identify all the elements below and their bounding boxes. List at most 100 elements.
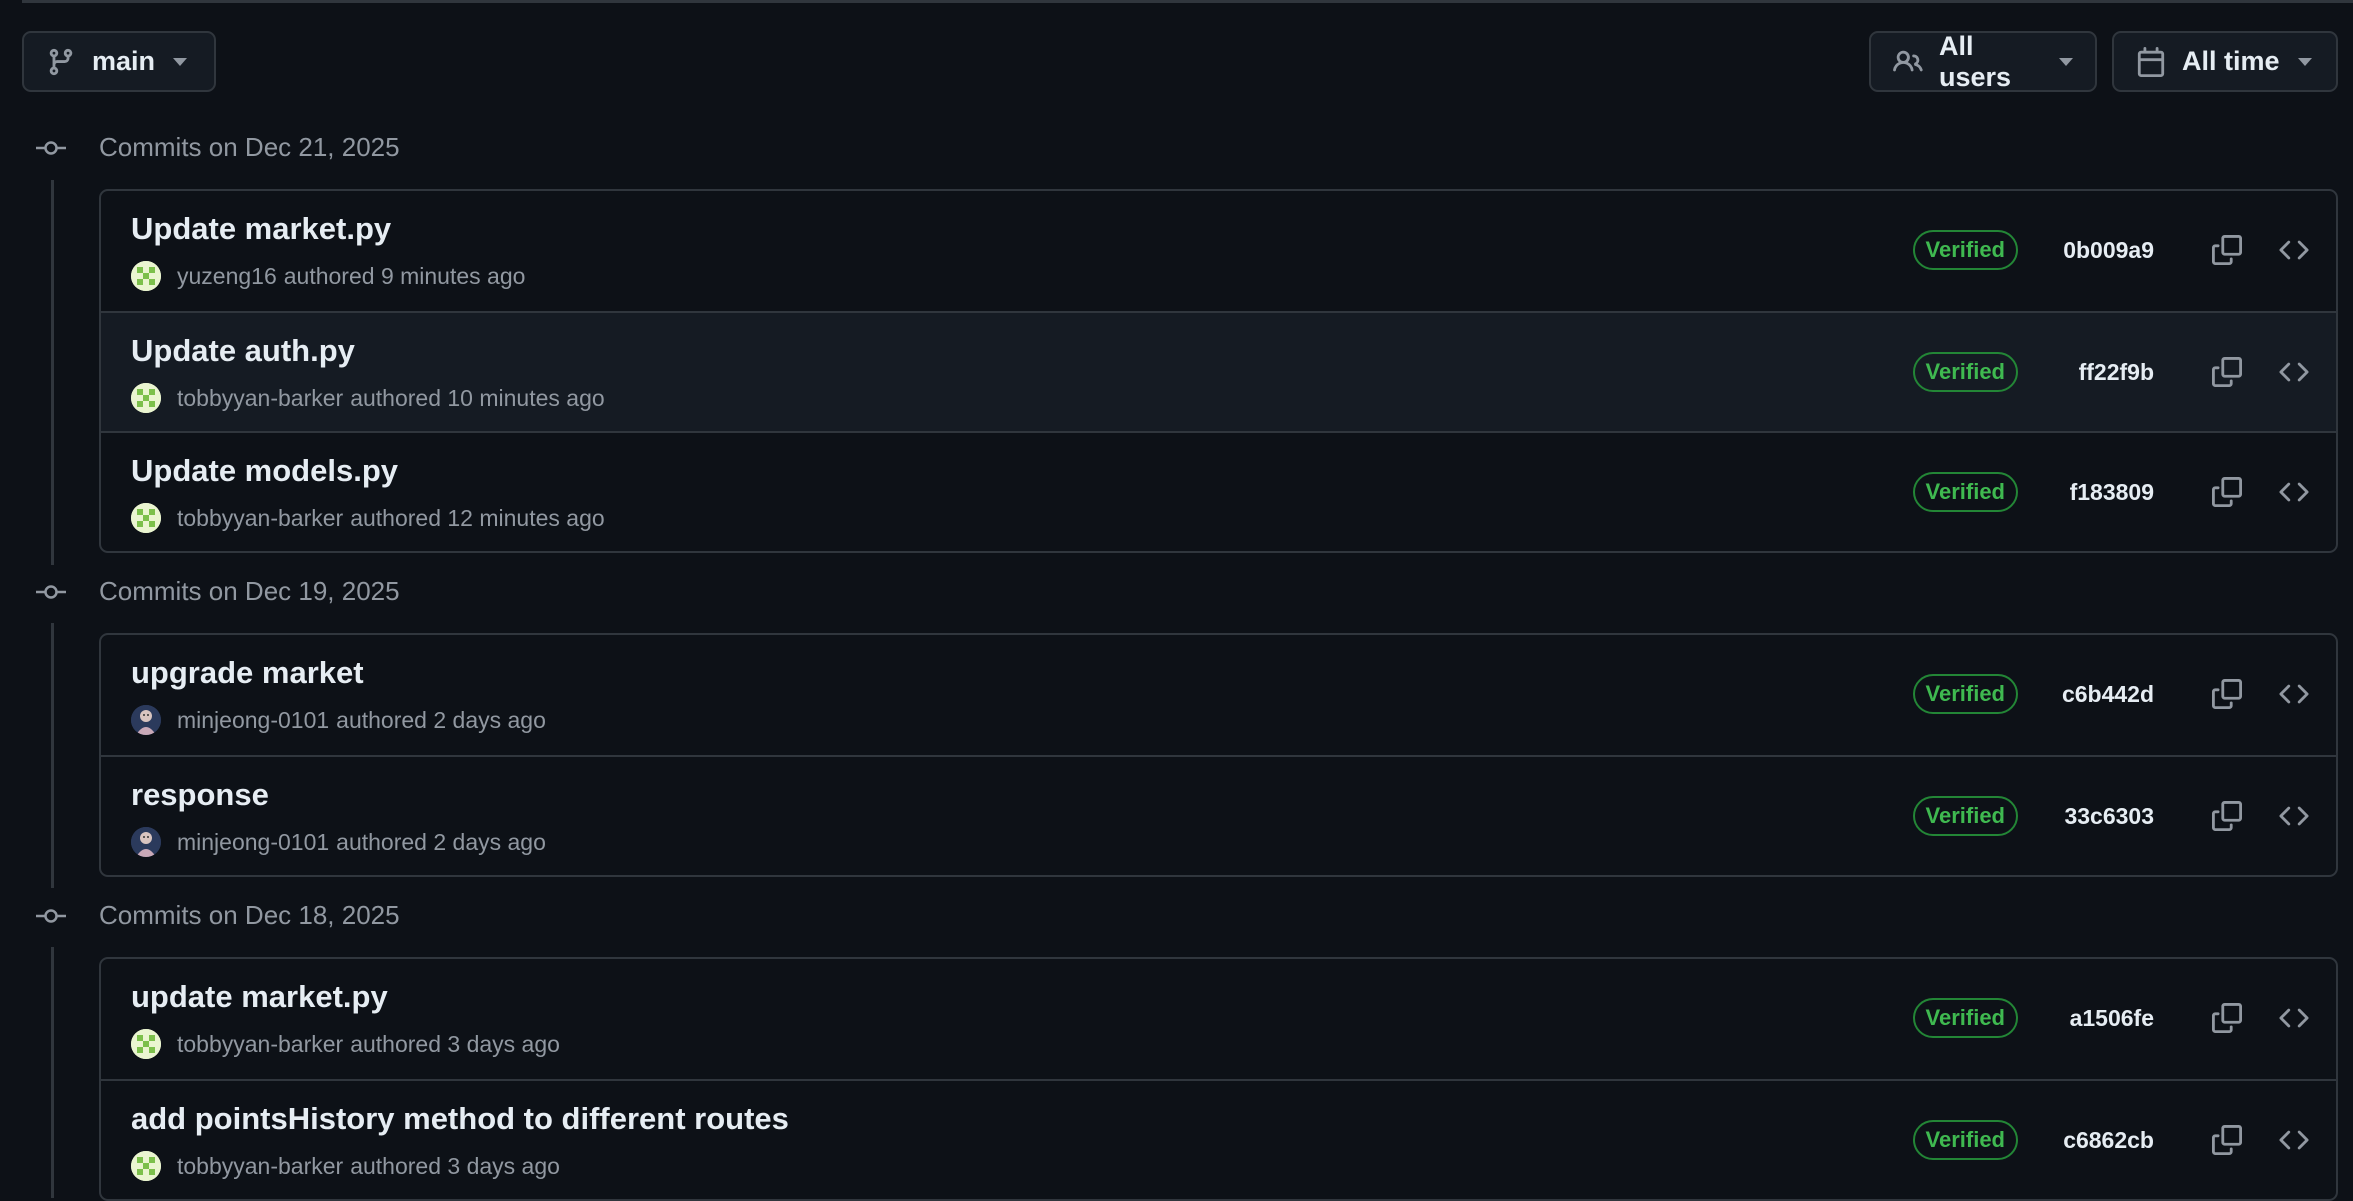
commit-meta: tobbyyan-barker authored 10 minutes ago bbox=[131, 382, 605, 414]
commit-sha-link[interactable]: a1506fe bbox=[2060, 1005, 2154, 1032]
commit-row: Update models.py tobbyyan-barker authored … bbox=[101, 431, 2336, 551]
commit-actions: Verified f183809 bbox=[1912, 433, 2314, 551]
avatar[interactable] bbox=[131, 383, 161, 413]
commit-meta: tobbyyan-barker authored 3 days ago bbox=[131, 1150, 560, 1182]
commit-sha-link[interactable]: ff22f9b bbox=[2060, 359, 2154, 386]
avatar[interactable] bbox=[131, 827, 161, 857]
commit-meta: yuzeng16 authored 9 minutes ago bbox=[131, 260, 525, 292]
commit-title-link[interactable]: add pointsHistory method to different ro… bbox=[131, 1101, 789, 1137]
commit-sha-link[interactable]: 0b009a9 bbox=[2060, 237, 2154, 264]
verified-badge[interactable]: Verified bbox=[1912, 998, 2018, 1038]
commit-meta: minjeong-0101 authored 2 days ago bbox=[131, 826, 546, 858]
verified-badge[interactable]: Verified bbox=[1912, 472, 2018, 512]
copy-icon[interactable] bbox=[2207, 1120, 2247, 1160]
code-icon[interactable] bbox=[2274, 674, 2314, 714]
commit-row: upgrade market minjeong-0101 authored 2 da… bbox=[101, 635, 2336, 755]
code-icon[interactable] bbox=[2274, 796, 2314, 836]
commit-meta: tobbyyan-barker authored 3 days ago bbox=[131, 1028, 560, 1060]
commit-actions: Verified 33c6303 bbox=[1912, 757, 2314, 875]
commit-meta: minjeong-0101 authored 2 days ago bbox=[131, 704, 546, 736]
commit-group-date: Commits on Dec 21, 2025 bbox=[99, 132, 400, 162]
commit-row: Update auth.py tobbyyan-barker authored 10… bbox=[101, 311, 2336, 431]
commit-title-link[interactable]: upgrade market bbox=[131, 655, 364, 691]
verified-badge[interactable]: Verified bbox=[1912, 674, 2018, 714]
commit-list: upgrade market minjeong-0101 authored 2 da… bbox=[99, 633, 2338, 877]
commit-row: update market.py tobbyyan-barker authored … bbox=[101, 959, 2336, 1079]
commit-actions: Verified a1506fe bbox=[1912, 959, 2314, 1077]
commit-time: authored 10 minutes ago bbox=[350, 384, 605, 411]
commit-time: authored 3 days ago bbox=[350, 1030, 560, 1057]
copy-icon[interactable] bbox=[2207, 230, 2247, 270]
commit-author-link[interactable]: tobbyyan-barker bbox=[177, 1153, 343, 1180]
time-filter-label: All time bbox=[2182, 46, 2280, 76]
commit-group-header: Commits on Dec 19, 2025 bbox=[22, 572, 622, 612]
commit-title-link[interactable]: Update market.py bbox=[131, 211, 391, 247]
copy-icon[interactable] bbox=[2207, 472, 2247, 512]
avatar[interactable] bbox=[131, 1029, 161, 1059]
code-icon[interactable] bbox=[2274, 472, 2314, 512]
commit-sha-link[interactable]: 33c6303 bbox=[2060, 803, 2154, 830]
avatar[interactable] bbox=[131, 503, 161, 533]
commit-actions: Verified c6862cb bbox=[1912, 1081, 2314, 1199]
commit-sha-link[interactable]: c6b442d bbox=[2060, 681, 2154, 708]
chevron-down-icon bbox=[173, 57, 188, 66]
git-commit-icon bbox=[36, 906, 66, 926]
git-branch-icon bbox=[46, 47, 76, 77]
branch-label: main bbox=[92, 46, 156, 76]
commit-time: authored 12 minutes ago bbox=[350, 504, 605, 531]
commit-list: update market.py tobbyyan-barker authored … bbox=[99, 957, 2338, 1201]
commit-group-date: Commits on Dec 18, 2025 bbox=[99, 900, 400, 930]
commit-title-link[interactable]: update market.py bbox=[131, 979, 388, 1015]
timeline-rail bbox=[51, 180, 54, 565]
timeline-rail bbox=[51, 623, 54, 888]
commit-title-link[interactable]: Update models.py bbox=[131, 453, 398, 489]
chevron-down-icon bbox=[2059, 57, 2073, 66]
avatar[interactable] bbox=[131, 1151, 161, 1181]
commit-time: authored 3 days ago bbox=[350, 1152, 560, 1179]
people-icon bbox=[1893, 47, 1923, 77]
commit-group-date: Commits on Dec 19, 2025 bbox=[99, 576, 400, 606]
commit-list: Update market.py yuzeng16 authored 9 minut… bbox=[99, 189, 2338, 553]
commit-author-link[interactable]: tobbyyan-barker bbox=[177, 385, 343, 412]
commit-group-header: Commits on Dec 18, 2025 bbox=[22, 896, 622, 936]
commit-time: authored 2 days ago bbox=[336, 706, 546, 733]
copy-icon[interactable] bbox=[2207, 796, 2247, 836]
commit-row: response minjeong-0101 authored 2 days ago… bbox=[101, 755, 2336, 875]
commit-author-link[interactable]: yuzeng16 bbox=[177, 263, 277, 290]
verified-badge[interactable]: Verified bbox=[1912, 1120, 2018, 1160]
code-icon[interactable] bbox=[2274, 230, 2314, 270]
commit-actions: Verified c6b442d bbox=[1912, 635, 2314, 753]
git-commit-icon bbox=[36, 138, 66, 158]
avatar[interactable] bbox=[131, 261, 161, 291]
commit-author-link[interactable]: minjeong-0101 bbox=[177, 707, 329, 734]
chevron-down-icon bbox=[2297, 57, 2312, 66]
copy-icon[interactable] bbox=[2207, 998, 2247, 1038]
verified-badge[interactable]: Verified bbox=[1912, 230, 2018, 270]
timeline-rail bbox=[51, 947, 54, 1198]
verified-badge[interactable]: Verified bbox=[1912, 352, 2018, 392]
commit-time: authored 2 days ago bbox=[336, 828, 546, 855]
commit-title-link[interactable]: Update auth.py bbox=[131, 333, 355, 369]
users-filter-button[interactable]: All users bbox=[1869, 31, 2097, 92]
commit-time: authored 9 minutes ago bbox=[283, 262, 526, 289]
code-icon[interactable] bbox=[2274, 1120, 2314, 1160]
branch-selector-button[interactable]: main bbox=[22, 31, 216, 92]
top-divider bbox=[22, 0, 2353, 3]
commit-author-link[interactable]: tobbyyan-barker bbox=[177, 505, 343, 532]
commit-sha-link[interactable]: f183809 bbox=[2060, 479, 2154, 506]
commit-meta: tobbyyan-barker authored 12 minutes ago bbox=[131, 502, 605, 534]
time-filter-button[interactable]: All time bbox=[2112, 31, 2338, 92]
commit-author-link[interactable]: minjeong-0101 bbox=[177, 829, 329, 856]
code-icon[interactable] bbox=[2274, 352, 2314, 392]
avatar[interactable] bbox=[131, 705, 161, 735]
commit-author-link[interactable]: tobbyyan-barker bbox=[177, 1031, 343, 1058]
code-icon[interactable] bbox=[2274, 998, 2314, 1038]
commit-sha-link[interactable]: c6862cb bbox=[2060, 1127, 2154, 1154]
commit-title-link[interactable]: response bbox=[131, 777, 269, 813]
verified-badge[interactable]: Verified bbox=[1912, 796, 2018, 836]
copy-icon[interactable] bbox=[2207, 352, 2247, 392]
commit-row: add pointsHistory method to different ro… bbox=[101, 1079, 2336, 1199]
copy-icon[interactable] bbox=[2207, 674, 2247, 714]
commit-group-header: Commits on Dec 21, 2025 bbox=[22, 128, 622, 168]
commits-toolbar: main All users All time bbox=[22, 31, 2338, 92]
